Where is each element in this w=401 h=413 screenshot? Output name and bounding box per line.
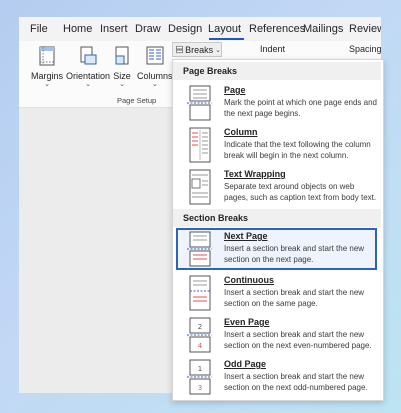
orientation-icon	[80, 46, 97, 65]
menu-item-title: Page	[224, 85, 246, 95]
svg-text:4: 4	[198, 342, 203, 350]
menu-item-text-wrapping[interactable]: Text Wrapping Separate text around objec…	[176, 166, 377, 208]
continuous-icon	[189, 275, 211, 311]
size-label: Size	[113, 71, 131, 81]
svg-text:1: 1	[198, 365, 202, 373]
active-tab-indicator	[209, 38, 244, 40]
tab-references[interactable]: References	[249, 23, 305, 35]
chevron-down-icon: ⌄	[85, 81, 91, 88]
menu-item-title: Text Wrapping	[224, 169, 286, 179]
menu-item-description: Separate text around objects on web page…	[224, 182, 377, 202]
even-page-icon: 2 4	[187, 317, 212, 353]
menu-item-odd-page[interactable]: 1 3 Odd Page Insert a section break and …	[176, 356, 377, 398]
tab-draw[interactable]: Draw	[135, 23, 161, 35]
svg-text:2: 2	[198, 323, 202, 331]
breaks-button[interactable]: Breaks ⌄	[172, 42, 222, 57]
margins-icon	[39, 46, 55, 66]
margins-button[interactable]: Margins ⌄	[31, 46, 63, 89]
tab-review[interactable]: Review	[349, 23, 381, 35]
indent-label: Indent	[260, 44, 286, 54]
margins-label: Margins	[31, 71, 64, 81]
page-break-icon	[187, 85, 212, 121]
ribbon-tabs: File Home Insert Draw Design Layout Refe…	[19, 17, 381, 41]
page-breaks-header: Page Breaks	[173, 62, 381, 80]
menu-item-continuous[interactable]: Continuous Insert a section break and st…	[176, 272, 377, 314]
tab-mailings[interactable]: Mailings	[303, 23, 343, 35]
size-button[interactable]: Size ⌄	[113, 46, 131, 89]
menu-item-description: Insert a section break and start the new…	[224, 372, 368, 392]
orientation-label: Orientation	[66, 71, 111, 81]
breaks-dropdown-menu: Page Breaks Page Mark the point at which…	[172, 59, 384, 401]
spacing-label: Spacing	[349, 44, 381, 54]
orientation-button[interactable]: Orientation ⌄	[66, 46, 110, 89]
columns-label: Columns	[137, 71, 173, 81]
column-break-icon	[189, 127, 211, 163]
next-page-icon	[187, 231, 212, 267]
menu-item-title: Continuous	[224, 275, 274, 285]
breaks-icon	[176, 45, 184, 54]
section-breaks-header: Section Breaks	[173, 209, 381, 227]
columns-button[interactable]: Columns ⌄	[137, 46, 173, 89]
tab-home[interactable]: Home	[63, 23, 92, 35]
menu-item-column[interactable]: Column Indicate that the text following …	[176, 124, 377, 166]
menu-item-description: Insert a section break and start the new…	[224, 244, 365, 264]
menu-item-even-page[interactable]: 2 4 Even Page Insert a section break and…	[176, 314, 377, 356]
page-setup-group-label: Page Setup	[117, 96, 157, 105]
breaks-label: Breaks	[185, 44, 214, 55]
menu-item-title: Next Page	[224, 231, 268, 241]
menu-item-title: Column	[224, 127, 258, 137]
tab-insert[interactable]: Insert	[100, 23, 128, 35]
chevron-down-icon: ⌄	[151, 81, 158, 88]
svg-text:3: 3	[198, 384, 202, 392]
menu-item-next-page[interactable]: Next Page Insert a section break and sta…	[176, 228, 377, 270]
chevron-down-icon: ⌄	[44, 81, 50, 88]
menu-item-description: Indicate that the text following the col…	[224, 140, 371, 160]
menu-item-title: Even Page	[224, 317, 270, 327]
menu-item-description: Insert a section break and start the new…	[224, 288, 365, 308]
menu-item-description: Insert a section break and start the new…	[224, 330, 372, 350]
tab-layout[interactable]: Layout	[208, 23, 241, 35]
tab-file[interactable]: File	[30, 23, 48, 35]
odd-page-icon: 1 3	[187, 359, 212, 395]
text-wrapping-icon	[189, 169, 211, 205]
tab-design[interactable]: Design	[168, 23, 202, 35]
menu-item-page[interactable]: Page Mark the point at which one page en…	[176, 82, 377, 124]
menu-item-description: Mark the point at which one page ends an…	[224, 98, 377, 118]
columns-icon	[146, 46, 164, 65]
chevron-down-icon: ⌄	[119, 81, 125, 88]
chevron-down-icon: ⌄	[215, 46, 221, 54]
size-icon	[115, 46, 129, 65]
menu-item-title: Odd Page	[224, 359, 267, 369]
